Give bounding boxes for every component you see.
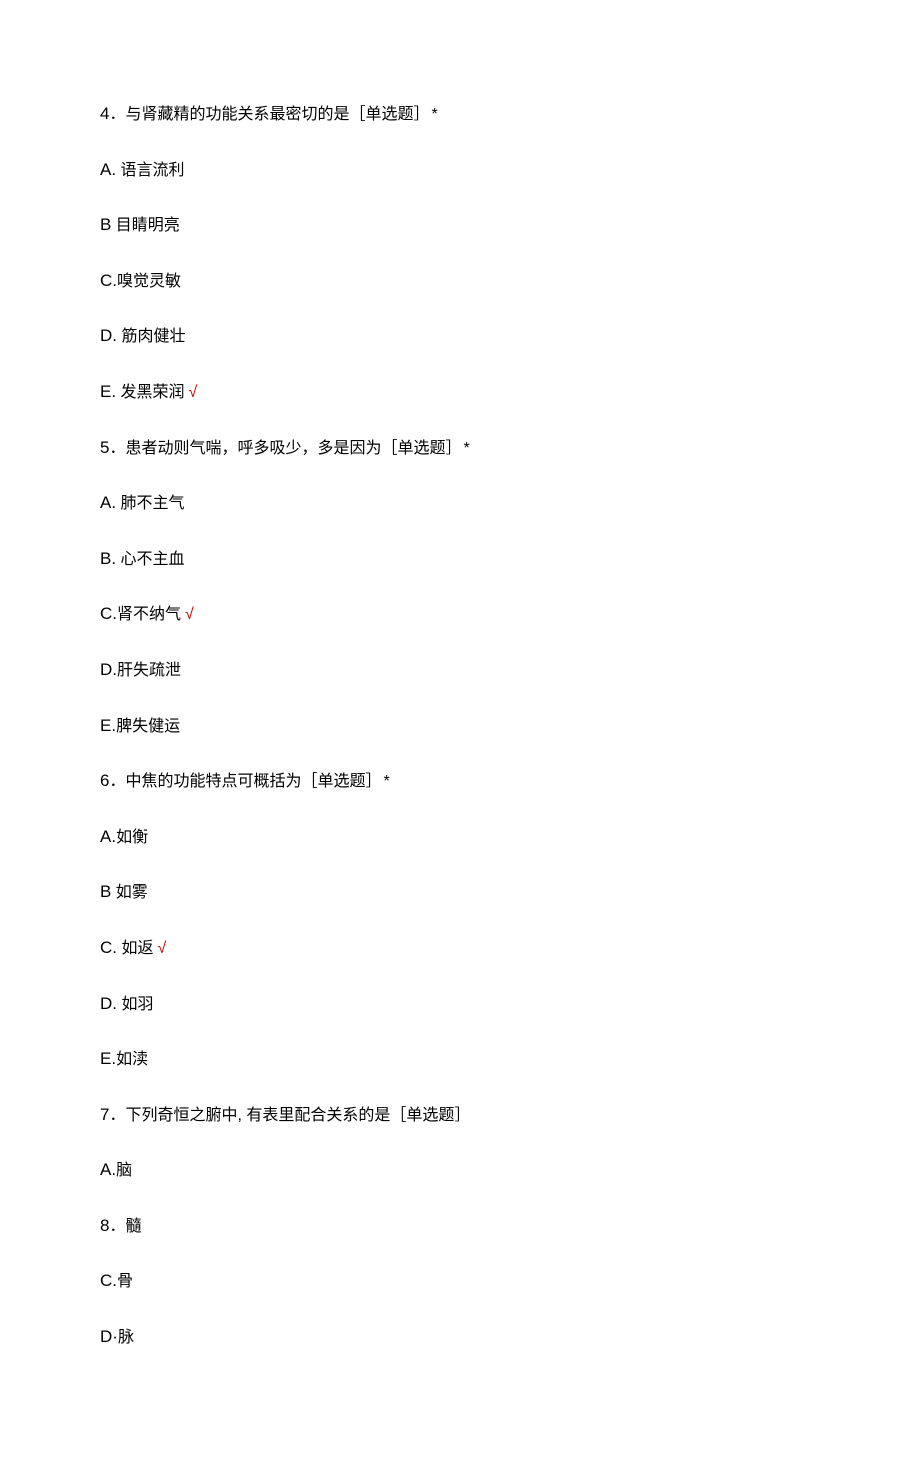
question-text: ．与肾藏精的功能关系最密切的是［单选题］ — [109, 106, 429, 123]
option-text: 肾不纳气 — [117, 606, 181, 623]
option-letter: A. — [100, 160, 116, 179]
option-text: 发黑荣润 — [116, 384, 184, 401]
option-line: E.脾失健运 — [100, 712, 820, 740]
option-text: 嗅觉灵敏 — [117, 273, 181, 290]
option-letter: D. — [100, 994, 117, 1013]
question-line: 7．下列奇恒之腑中, 有表里配合关系的是［单选题］ — [100, 1101, 820, 1129]
option-text: 脉 — [118, 1329, 134, 1346]
checkmark-icon: √ — [189, 384, 198, 401]
option-letter: D. — [100, 326, 117, 345]
option-line: A.如衡 — [100, 823, 820, 851]
required-asterisk: * — [431, 106, 437, 123]
option-line: D. 如羽 — [100, 990, 820, 1018]
question-line: 4．与肾藏精的功能关系最密切的是［单选题］* — [100, 100, 820, 128]
option-letter: A. — [100, 1160, 116, 1179]
option-line: D·脉 — [100, 1323, 820, 1351]
question-text: ．下列奇恒之腑中, 有表里配合关系的是［单选题］ — [109, 1107, 470, 1124]
option-line: A. 语言流利 — [100, 156, 820, 184]
option-letter: A. — [100, 827, 116, 846]
option-line: C.嗅觉灵敏 — [100, 267, 820, 295]
required-asterisk: * — [463, 440, 469, 457]
option-letter: C. — [100, 271, 117, 290]
option-line: A.脑 — [100, 1156, 820, 1184]
option-letter: E. — [100, 1049, 116, 1068]
option-text: ．髓 — [109, 1218, 141, 1235]
option-line: E.如渎 — [100, 1045, 820, 1073]
option-line: D. 筋肉健壮 — [100, 322, 820, 350]
option-line: C. 如返√ — [100, 934, 820, 962]
option-line: C.骨 — [100, 1267, 820, 1295]
option-text: 脑 — [116, 1162, 132, 1179]
option-text: 肝失疏泄 — [117, 662, 181, 679]
question-line: 6．中焦的功能特点可概括为［单选题］* — [100, 767, 820, 795]
option-line: D.肝失疏泄 — [100, 656, 820, 684]
option-text: 如返 — [117, 940, 153, 957]
option-text: 心不主血 — [116, 551, 184, 568]
option-letter: C. — [100, 1271, 117, 1290]
option-letter: E. — [100, 382, 116, 401]
question-text: ．患者动则气喘，呼多吸少，多是因为［单选题］ — [109, 440, 461, 457]
checkmark-icon: √ — [185, 606, 194, 623]
option-text: 肺不主气 — [116, 495, 184, 512]
document-body: 4．与肾藏精的功能关系最密切的是［单选题］*A. 语言流利B 目睛明亮C.嗅觉灵… — [100, 100, 820, 1351]
option-text: 筋肉健壮 — [117, 328, 185, 345]
option-letter: C. — [100, 938, 117, 957]
question-text: ．中焦的功能特点可概括为［单选题］ — [109, 773, 381, 790]
option-letter: A. — [100, 493, 116, 512]
option-letter: B — [100, 215, 111, 234]
option-text: 如渎 — [116, 1051, 148, 1068]
option-letter: E. — [100, 716, 116, 735]
option-text: 如雾 — [111, 884, 147, 901]
option-line: E. 发黑荣润 √ — [100, 378, 820, 406]
option-letter: D· — [100, 1327, 118, 1346]
option-text: 如衡 — [116, 829, 148, 846]
option-line: A. 肺不主气 — [100, 489, 820, 517]
checkmark-icon: √ — [157, 940, 166, 957]
option-text: 脾失健运 — [116, 718, 180, 735]
option-letter: B — [100, 882, 111, 901]
option-text: 语言流利 — [116, 162, 184, 179]
option-line: C.肾不纳气√ — [100, 600, 820, 628]
option-letter: B. — [100, 549, 116, 568]
option-line: B 如雾 — [100, 878, 820, 906]
option-letter: C. — [100, 604, 117, 623]
option-text: 骨 — [117, 1273, 133, 1290]
option-letter: D. — [100, 660, 117, 679]
question-line: 5．患者动则气喘，呼多吸少，多是因为［单选题］* — [100, 434, 820, 462]
option-text: 如羽 — [117, 996, 153, 1013]
required-asterisk: * — [383, 773, 389, 790]
option-line: B. 心不主血 — [100, 545, 820, 573]
option-text: 目睛明亮 — [111, 217, 179, 234]
option-line: B 目睛明亮 — [100, 211, 820, 239]
option-line: 8．髓 — [100, 1212, 820, 1240]
